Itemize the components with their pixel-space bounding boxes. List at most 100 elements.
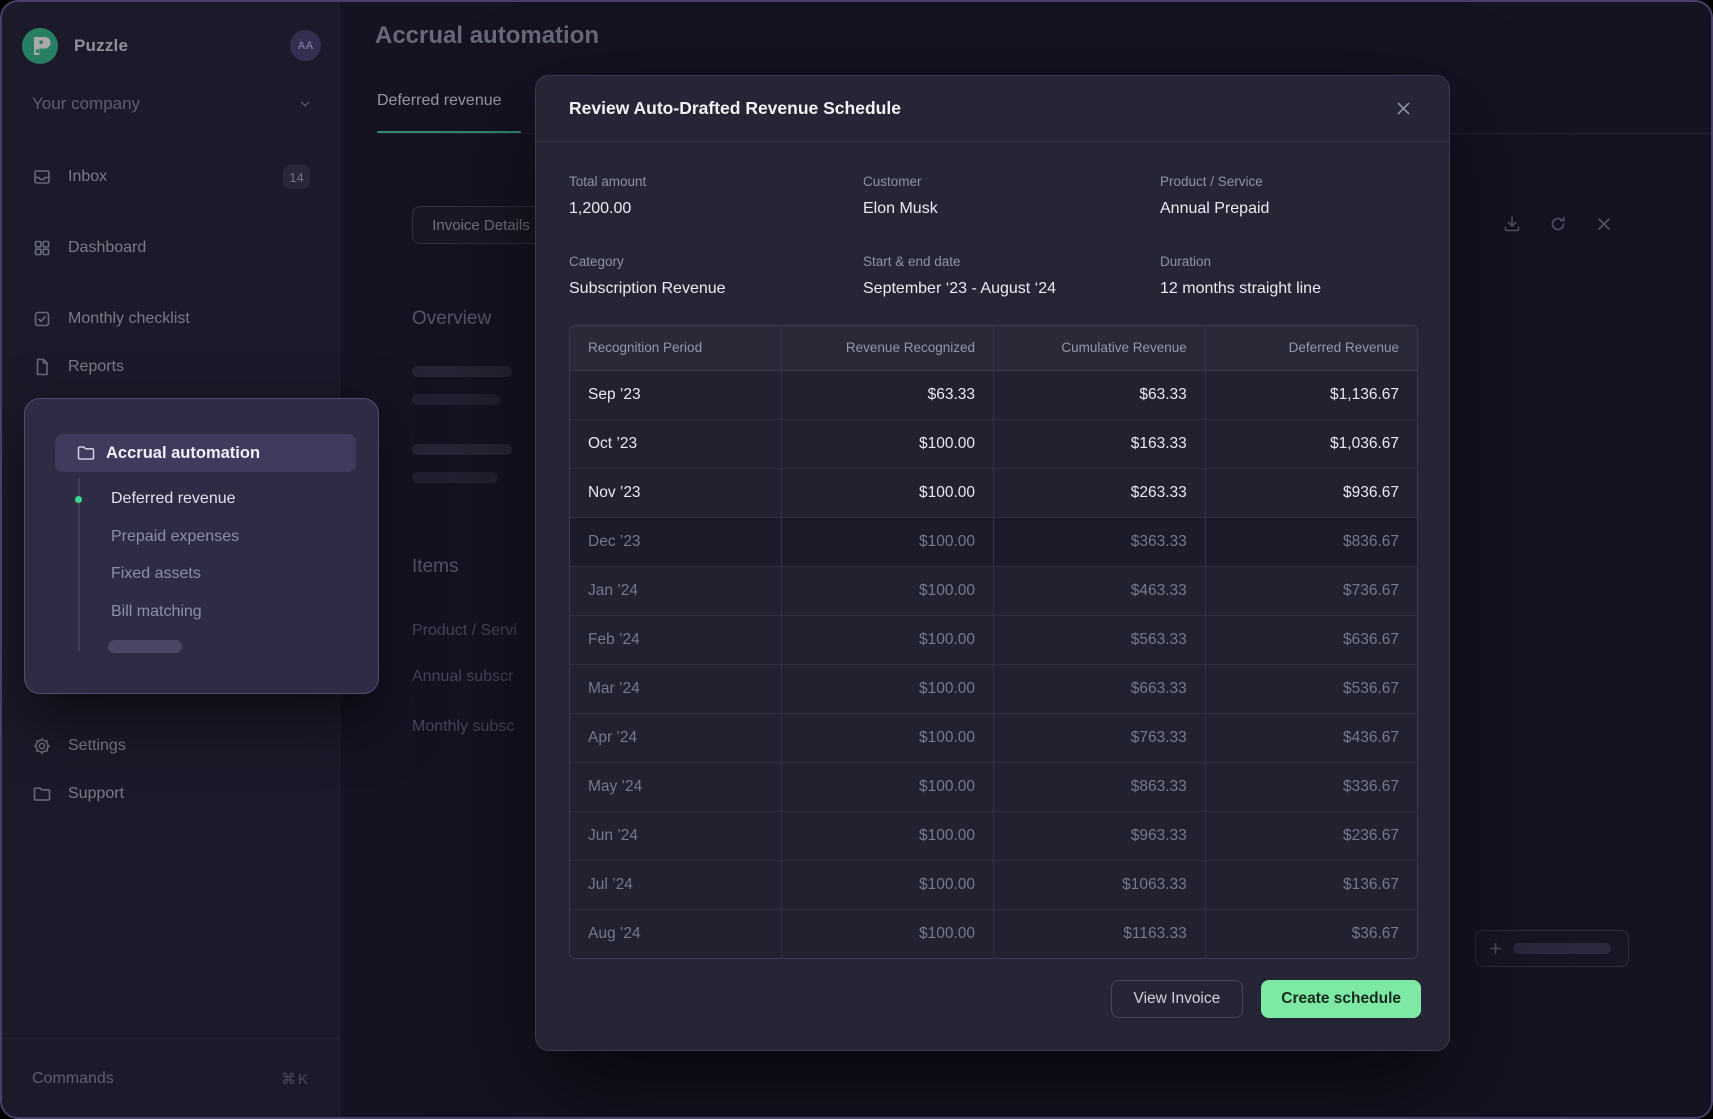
field-label: Customer (863, 174, 938, 189)
field-label: Product / Service (1160, 174, 1269, 189)
row-period: Apr ’24 (570, 713, 782, 762)
row-value: $100.00 (782, 811, 994, 860)
table-row: Feb ’24$100.00$563.33$636.67 (570, 615, 1417, 664)
table-row: Nov ’23$100.00$263.33$936.67 (570, 468, 1417, 517)
field-product-service: Product / Service Annual Prepaid (1160, 174, 1269, 218)
table-row: Dec ’23$100.00$363.33$836.67 (570, 517, 1417, 566)
sidebar-item-accrual-automation[interactable]: Accrual automation (55, 434, 356, 472)
table-header-row: Recognition Period Revenue Recognized Cu… (570, 326, 1417, 370)
modal-header: Review Auto-Drafted Revenue Schedule (536, 76, 1449, 142)
row-period: Oct ’23 (570, 419, 782, 468)
row-value: $100.00 (782, 860, 994, 909)
field-label: Duration (1160, 254, 1321, 269)
field-value: September ‘23 - August ‘24 (863, 280, 1056, 298)
revenue-schedule-table: Recognition Period Revenue Recognized Cu… (569, 325, 1418, 959)
app-window: Accrual automation Deferred revenue Invo… (0, 0, 1713, 1119)
row-value: $463.33 (994, 566, 1206, 615)
row-value: $336.67 (1205, 762, 1417, 811)
row-value: $100.00 (782, 762, 994, 811)
row-value: $63.33 (994, 370, 1206, 419)
field-label: Category (569, 254, 726, 269)
row-period: Jul ’24 (570, 860, 782, 909)
row-value: $763.33 (994, 713, 1206, 762)
subitem-tree-line (78, 478, 80, 651)
row-value: $663.33 (994, 664, 1206, 713)
accrual-automation-card: Accrual automation Deferred revenue Prep… (24, 398, 379, 694)
row-value: $100.00 (782, 909, 994, 958)
row-period: Aug ’24 (570, 909, 782, 958)
row-value: $100.00 (782, 517, 994, 566)
view-invoice-button[interactable]: View Invoice (1111, 980, 1244, 1018)
field-total-amount: Total amount 1,200.00 (569, 174, 646, 218)
row-value: $1,036.67 (1205, 419, 1417, 468)
field-label: Start & end date (863, 254, 1056, 269)
sidebar-subitem-deferred-revenue[interactable]: Deferred revenue (111, 488, 236, 510)
row-value: $363.33 (994, 517, 1206, 566)
folder-icon (76, 443, 96, 463)
row-value: $636.67 (1205, 615, 1417, 664)
row-value: $163.33 (994, 419, 1206, 468)
skeleton-pill (108, 640, 182, 653)
table-row: Jul ’24$100.00$1063.33$136.67 (570, 860, 1417, 909)
row-period: Nov ’23 (570, 468, 782, 517)
modal-footer: View Invoice Create schedule (1111, 980, 1421, 1018)
column-header: Cumulative Revenue (994, 326, 1206, 370)
close-icon[interactable] (1395, 96, 1421, 122)
row-value: $536.67 (1205, 664, 1417, 713)
table-row: Aug ’24$100.00$1163.33$36.67 (570, 909, 1417, 958)
row-value: $863.33 (994, 762, 1206, 811)
field-customer: Customer Elon Musk (863, 174, 938, 218)
field-category: Category Subscription Revenue (569, 254, 726, 298)
row-value: $100.00 (782, 615, 994, 664)
field-value: Annual Prepaid (1160, 200, 1269, 218)
table-row: Jan ’24$100.00$463.33$736.67 (570, 566, 1417, 615)
row-value: $1163.33 (994, 909, 1206, 958)
table-row: Apr ’24$100.00$763.33$436.67 (570, 713, 1417, 762)
row-value: $100.00 (782, 713, 994, 762)
field-label: Total amount (569, 174, 646, 189)
sidebar-subitem-fixed-assets[interactable]: Fixed assets (111, 563, 201, 585)
table-row: Oct ’23$100.00$163.33$1,036.67 (570, 419, 1417, 468)
sidebar-subitem-bill-matching[interactable]: Bill matching (111, 601, 202, 623)
schedule-table-body: Sep ’23$63.33$63.33$1,136.67Oct ’23$100.… (570, 370, 1417, 958)
column-header: Recognition Period (570, 326, 782, 370)
row-period: Dec ’23 (570, 517, 782, 566)
row-value: $263.33 (994, 468, 1206, 517)
row-value: $100.00 (782, 566, 994, 615)
table-row: Jun ’24$100.00$963.33$236.67 (570, 811, 1417, 860)
field-value: Subscription Revenue (569, 280, 726, 298)
row-value: $36.67 (1205, 909, 1417, 958)
row-value: $963.33 (994, 811, 1206, 860)
active-subitem-dot (75, 496, 82, 503)
row-value: $1063.33 (994, 860, 1206, 909)
field-duration: Duration 12 months straight line (1160, 254, 1321, 298)
row-value: $236.67 (1205, 811, 1417, 860)
sidebar-subitem-prepaid-expenses[interactable]: Prepaid expenses (111, 526, 239, 548)
column-header: Deferred Revenue (1205, 326, 1417, 370)
review-schedule-modal: Review Auto-Drafted Revenue Schedule Tot… (535, 75, 1450, 1051)
table-row: Mar ’24$100.00$663.33$536.67 (570, 664, 1417, 713)
create-schedule-button[interactable]: Create schedule (1261, 980, 1421, 1018)
row-value: $736.67 (1205, 566, 1417, 615)
row-value: $100.00 (782, 419, 994, 468)
table-row: May ’24$100.00$863.33$336.67 (570, 762, 1417, 811)
row-value: $1,136.67 (1205, 370, 1417, 419)
row-value: $836.67 (1205, 517, 1417, 566)
row-period: Mar ’24 (570, 664, 782, 713)
column-header: Revenue Recognized (782, 326, 994, 370)
row-value: $100.00 (782, 468, 994, 517)
row-value: $63.33 (782, 370, 994, 419)
row-period: Jan ’24 (570, 566, 782, 615)
row-period: Feb ’24 (570, 615, 782, 664)
field-value: 1,200.00 (569, 200, 646, 218)
row-value: $136.67 (1205, 860, 1417, 909)
sidebar-item-label: Accrual automation (106, 444, 260, 463)
row-period: May ’24 (570, 762, 782, 811)
row-value: $436.67 (1205, 713, 1417, 762)
row-period: Sep ’23 (570, 370, 782, 419)
field-value: 12 months straight line (1160, 280, 1321, 298)
field-value: Elon Musk (863, 200, 938, 218)
table-row: Sep ’23$63.33$63.33$1,136.67 (570, 370, 1417, 419)
field-start-end-date: Start & end date September ‘23 - August … (863, 254, 1056, 298)
row-period: Jun ’24 (570, 811, 782, 860)
